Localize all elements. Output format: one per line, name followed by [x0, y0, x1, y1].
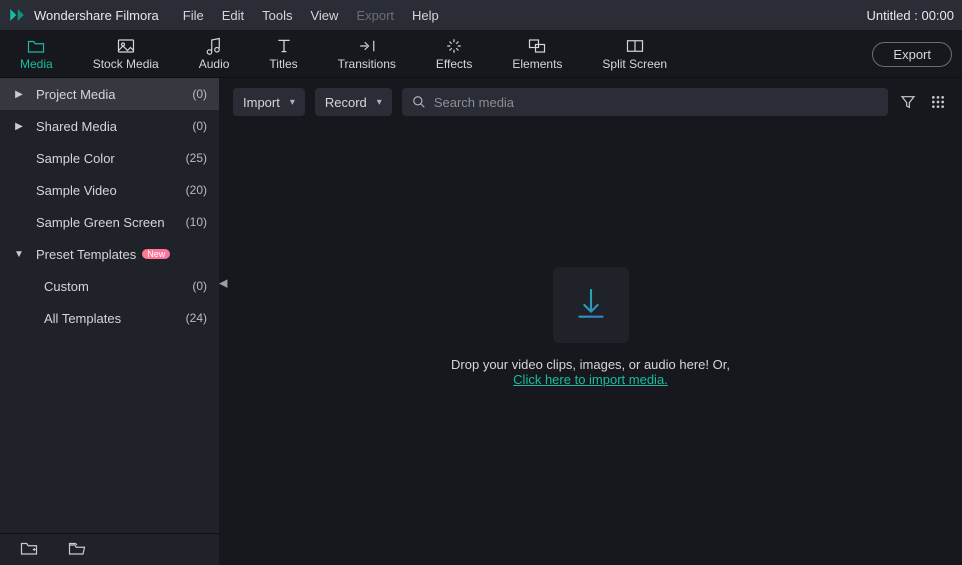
- tab-media-label: Media: [20, 57, 53, 71]
- sidebar-item-label: Sample Green Screen: [36, 215, 165, 230]
- sidebar: ▶ Project Media (0) ▶ Shared Media (0) S…: [0, 78, 219, 533]
- music-icon: [205, 37, 223, 55]
- tab-titles[interactable]: Titles: [267, 30, 299, 78]
- sidebar-item-count: (0): [192, 87, 207, 101]
- new-folder-icon[interactable]: [20, 540, 38, 559]
- tool-tabs: Media Stock Media Audio Titles Transitio…: [18, 30, 669, 78]
- content-panel: Import ▾ Record ▾: [219, 78, 962, 533]
- new-badge: New: [142, 249, 170, 259]
- import-dropdown[interactable]: Import ▾: [233, 88, 305, 116]
- sparkle-icon: [445, 37, 463, 55]
- split-icon: [626, 37, 644, 55]
- tab-effects[interactable]: Effects: [434, 30, 474, 78]
- transitions-icon: [358, 37, 376, 55]
- sidebar-item-all-templates[interactable]: All Templates (24): [0, 302, 219, 334]
- tab-split-screen[interactable]: Split Screen: [600, 30, 669, 78]
- sidebar-item-count: (0): [192, 119, 207, 133]
- app-name: Wondershare Filmora: [34, 8, 159, 23]
- download-arrow-icon: [571, 285, 611, 325]
- sidebar-item-project-media[interactable]: ▶ Project Media (0): [0, 78, 219, 110]
- record-label: Record: [325, 95, 367, 110]
- import-media-link[interactable]: Click here to import media.: [513, 372, 668, 387]
- text-icon: [275, 37, 293, 55]
- tool-tabs-bar: Media Stock Media Audio Titles Transitio…: [0, 30, 962, 78]
- menu-help[interactable]: Help: [412, 8, 439, 23]
- sidebar-list: ▶ Project Media (0) ▶ Shared Media (0) S…: [0, 78, 219, 533]
- search-icon: [412, 95, 426, 109]
- export-button[interactable]: Export: [872, 42, 952, 67]
- media-dropzone[interactable]: Drop your video clips, images, or audio …: [219, 120, 962, 533]
- tab-titles-label: Titles: [269, 57, 297, 71]
- sidebar-item-count: (0): [192, 279, 207, 293]
- menu-view[interactable]: View: [310, 8, 338, 23]
- caret-right-icon: ▶: [14, 121, 24, 132]
- tab-effects-label: Effects: [436, 57, 472, 71]
- open-folder-icon[interactable]: [68, 540, 86, 559]
- tab-transitions-label: Transitions: [338, 57, 396, 71]
- sidebar-item-count: (10): [186, 215, 207, 229]
- record-dropdown[interactable]: Record ▾: [315, 88, 392, 116]
- menu-edit[interactable]: Edit: [222, 8, 244, 23]
- caret-down-icon: ▼: [14, 249, 24, 260]
- tab-split-label: Split Screen: [602, 57, 667, 71]
- sidebar-item-count: (24): [186, 311, 207, 325]
- sidebar-item-sample-color[interactable]: Sample Color (25): [0, 142, 219, 174]
- main-area: ▶ Project Media (0) ▶ Shared Media (0) S…: [0, 78, 962, 533]
- import-placeholder-card: [553, 267, 629, 343]
- caret-right-icon: ▶: [14, 89, 24, 100]
- sidebar-item-label: Sample Color: [36, 151, 115, 166]
- sidebar-item-shared-media[interactable]: ▶ Shared Media (0): [0, 110, 219, 142]
- menu-tools[interactable]: Tools: [262, 8, 292, 23]
- menu-export: Export: [356, 8, 394, 23]
- folder-icon: [27, 37, 45, 55]
- sidebar-item-count: (25): [186, 151, 207, 165]
- sidebar-collapse-handle[interactable]: ◀: [219, 276, 227, 289]
- sidebar-item-preset-templates[interactable]: ▼ Preset Templates New: [0, 238, 219, 270]
- title-bar: Wondershare Filmora File Edit Tools View…: [0, 0, 962, 30]
- project-title: Untitled : 00:00: [867, 8, 954, 23]
- sidebar-item-custom[interactable]: Custom (0): [0, 270, 219, 302]
- tab-stock-media[interactable]: Stock Media: [91, 30, 161, 78]
- sidebar-item-count: (20): [186, 183, 207, 197]
- search-input[interactable]: [434, 95, 878, 110]
- tab-media[interactable]: Media: [18, 30, 55, 78]
- image-icon: [117, 37, 135, 55]
- chevron-down-icon: ▾: [290, 97, 295, 108]
- tab-elements-label: Elements: [512, 57, 562, 71]
- sidebar-item-sample-green[interactable]: Sample Green Screen (10): [0, 206, 219, 238]
- drop-text: Drop your video clips, images, or audio …: [451, 357, 730, 372]
- sidebar-item-label: Project Media: [36, 87, 115, 102]
- grid-view-icon[interactable]: [928, 92, 948, 112]
- tab-stock-label: Stock Media: [93, 57, 159, 71]
- overlap-icon: [528, 37, 546, 55]
- tab-elements[interactable]: Elements: [510, 30, 564, 78]
- sidebar-item-label: Shared Media: [36, 119, 117, 134]
- filter-icon[interactable]: [898, 92, 918, 112]
- app-logo-icon: [8, 6, 26, 24]
- sidebar-item-label: Custom: [44, 279, 89, 294]
- import-label: Import: [243, 95, 280, 110]
- tab-audio[interactable]: Audio: [197, 30, 232, 78]
- sidebar-item-label: All Templates: [44, 311, 121, 326]
- content-toolbar: Import ▾ Record ▾: [219, 84, 962, 120]
- tab-transitions[interactable]: Transitions: [336, 30, 398, 78]
- sidebar-item-label: Sample Video: [36, 183, 117, 198]
- app-logo-area: Wondershare Filmora: [8, 6, 173, 24]
- sidebar-item-label: Preset Templates: [36, 247, 136, 262]
- sidebar-bottom-bar: [0, 533, 219, 565]
- chevron-down-icon: ▾: [377, 97, 382, 108]
- sidebar-item-sample-video[interactable]: Sample Video (20): [0, 174, 219, 206]
- search-wrap[interactable]: [402, 88, 888, 116]
- menu-file[interactable]: File: [183, 8, 204, 23]
- main-menu: File Edit Tools View Export Help: [183, 8, 439, 23]
- tab-audio-label: Audio: [199, 57, 230, 71]
